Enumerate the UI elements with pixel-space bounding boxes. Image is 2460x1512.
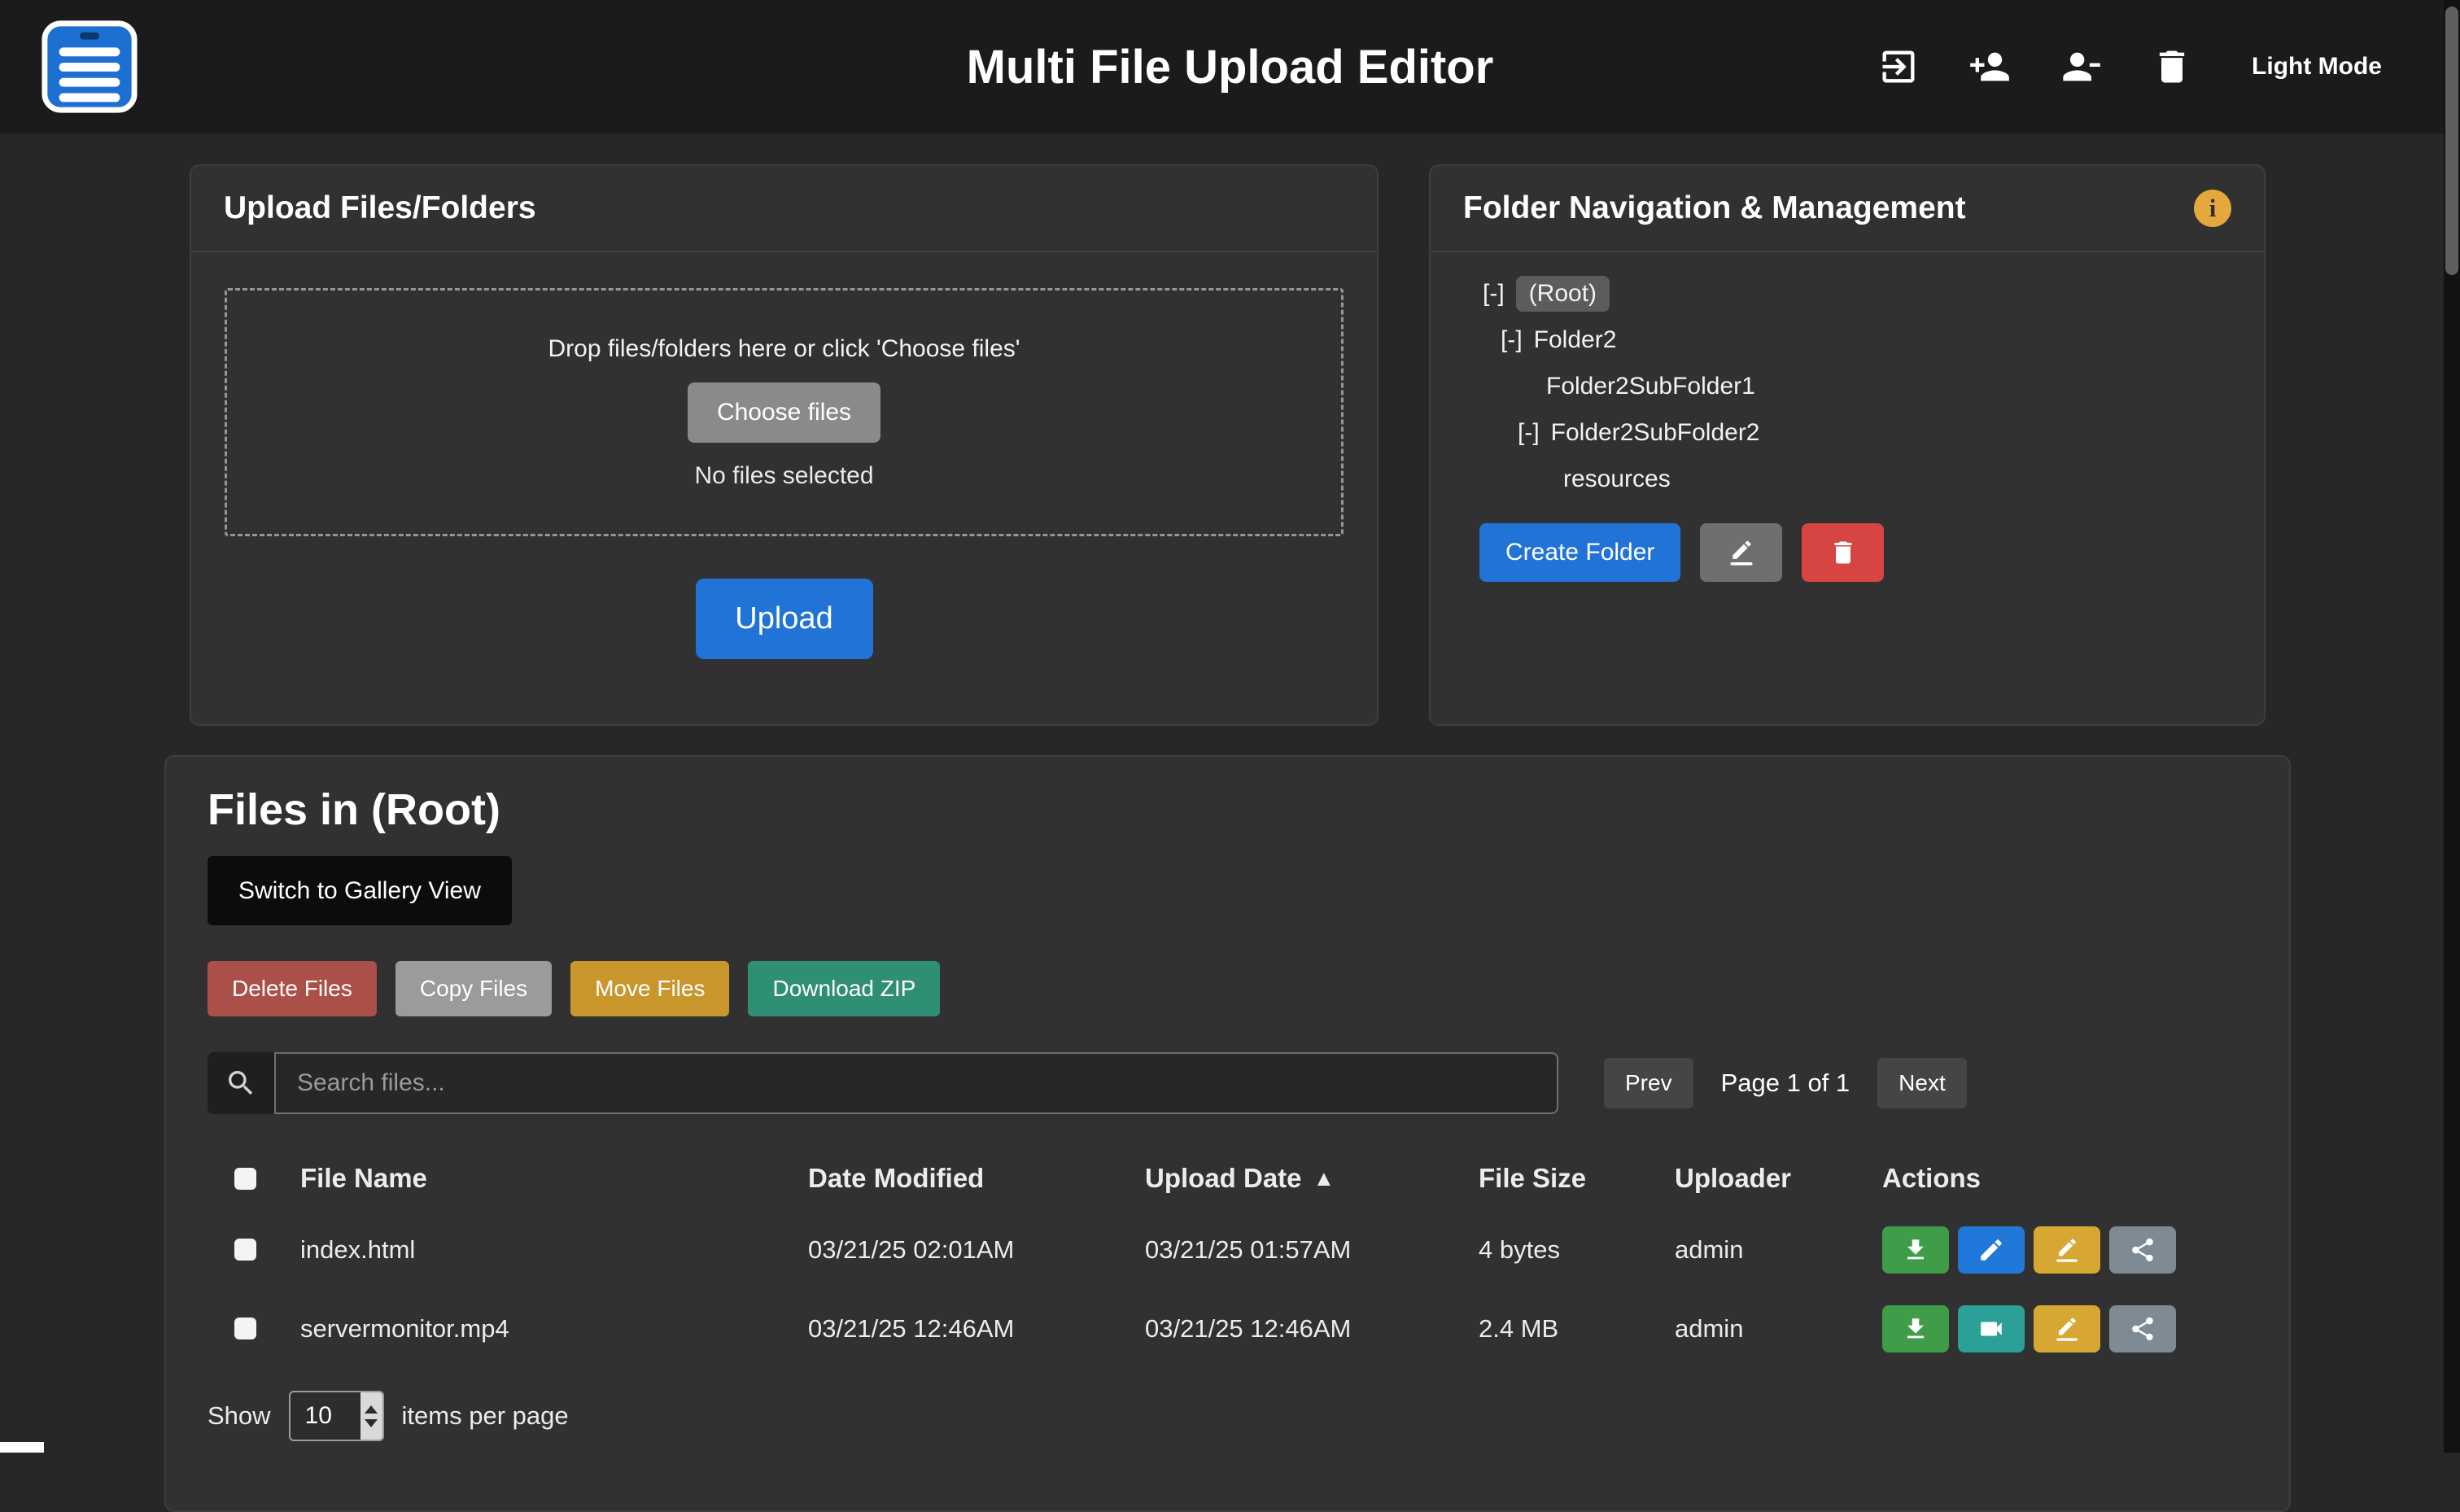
rename-file-icon[interactable] (2034, 1226, 2100, 1274)
upload-panel: Upload Files/Folders Drop files/folders … (190, 164, 1379, 726)
files-panel-title: Files in (Root) (208, 784, 2248, 835)
tree-item-folder2[interactable]: [-] Folder2 (1431, 317, 2264, 363)
collapse-toggle[interactable]: [-] (1483, 280, 1505, 308)
file-name-cell: index.html (300, 1235, 808, 1265)
tree-label: Folder2SubFolder2 (1551, 419, 1760, 447)
choose-files-button[interactable]: Choose files (688, 382, 880, 443)
date-modified-cell: 03/21/25 02:01AM (808, 1235, 1145, 1265)
prev-page-button[interactable]: Prev (1604, 1058, 1693, 1108)
collapse-toggle[interactable]: [-] (1518, 419, 1540, 447)
bulk-actions-row: Delete Files Copy Files Move Files Downl… (208, 961, 2248, 1016)
person-remove-icon[interactable] (2058, 44, 2104, 90)
show-label: Show (208, 1401, 271, 1431)
scrollbar (2444, 0, 2460, 1453)
column-header-file-size[interactable]: File Size (1479, 1163, 1675, 1194)
upload-panel-title: Upload Files/Folders (224, 190, 536, 226)
partial-bottom-element (0, 1442, 44, 1453)
header-actions: Light Mode (1876, 44, 2382, 90)
rename-folder-icon[interactable] (1700, 523, 1782, 582)
row-actions (1882, 1226, 2248, 1274)
uploader-cell: admin (1675, 1314, 1882, 1344)
tree-item-folder2subfolder1[interactable]: Folder2SubFolder1 (1431, 363, 2264, 409)
download-zip-button[interactable]: Download ZIP (748, 961, 940, 1016)
column-header-date-modified[interactable]: Date Modified (808, 1163, 1145, 1194)
page-size-select[interactable]: 10 (289, 1391, 384, 1441)
folder-panel-title: Folder Navigation & Management (1463, 190, 1966, 226)
upload-button-row: Upload (191, 579, 1377, 659)
file-row-servermonitor-mp4: servermonitor.mp4 03/21/25 12:46AM 03/21… (208, 1289, 2248, 1368)
next-page-button[interactable]: Next (1877, 1058, 1967, 1108)
column-header-upload-date-label: Upload Date (1145, 1163, 1302, 1194)
app-title: Multi File Upload Editor (967, 40, 1494, 94)
stepper-icon[interactable] (360, 1392, 382, 1440)
app-logo-icon (37, 17, 142, 116)
row-checkbox[interactable] (234, 1318, 256, 1339)
file-size-cell: 4 bytes (1479, 1235, 1675, 1265)
logout-icon[interactable] (1876, 44, 1921, 90)
create-folder-button[interactable]: Create Folder (1479, 523, 1680, 582)
delete-files-button[interactable]: Delete Files (208, 961, 377, 1016)
sort-ascending-icon: ▲ (1313, 1166, 1335, 1191)
row-actions (1882, 1305, 2248, 1352)
download-file-icon[interactable] (1882, 1226, 1949, 1274)
tree-label: Folder2 (1534, 326, 1617, 354)
date-modified-cell: 03/21/25 12:46AM (808, 1314, 1145, 1344)
top-panels-row: Upload Files/Folders Drop files/folders … (190, 164, 2266, 726)
gallery-view-toggle-button[interactable]: Switch to Gallery View (208, 856, 512, 925)
row-checkbox[interactable] (234, 1239, 256, 1261)
tree-label: (Root) (1516, 276, 1610, 312)
folder-panel: Folder Navigation & Management [-] (Root… (1429, 164, 2266, 726)
file-row-index-html: index.html 03/21/25 02:01AM 03/21/25 01:… (208, 1210, 2248, 1289)
tree-item-root[interactable]: [-] (Root) (1431, 270, 2264, 317)
search-and-pagination-row: Prev Page 1 of 1 Next (208, 1052, 2248, 1114)
folder-actions-row: Create Folder (1479, 523, 2264, 582)
person-add-icon[interactable] (1967, 44, 2012, 90)
delete-folder-icon[interactable] (1802, 523, 1884, 582)
tree-item-resources[interactable]: resources (1431, 456, 2264, 502)
no-files-text: No files selected (694, 462, 873, 490)
folder-panel-header: Folder Navigation & Management (1431, 166, 2264, 252)
scrollbar-thumb[interactable] (2445, 7, 2458, 275)
file-size-cell: 2.4 MB (1479, 1314, 1675, 1344)
files-panel: Files in (Root) Switch to Gallery View D… (164, 755, 2291, 1512)
file-dropzone[interactable]: Drop files/folders here or click 'Choose… (225, 288, 1344, 536)
upload-date-cell: 03/21/25 12:46AM (1145, 1314, 1479, 1344)
files-table: File Name Date Modified Upload Date ▲ Fi… (208, 1147, 2248, 1368)
tree-label: Folder2SubFolder1 (1546, 373, 1755, 400)
share-file-icon[interactable] (2109, 1226, 2176, 1274)
theme-toggle-button[interactable]: Light Mode (2252, 53, 2382, 81)
uploader-cell: admin (1675, 1235, 1882, 1265)
video-preview-icon[interactable] (1958, 1305, 2025, 1352)
move-files-button[interactable]: Move Files (570, 961, 729, 1016)
download-file-icon[interactable] (1882, 1305, 1949, 1352)
pagination-status: Page 1 of 1 (1721, 1068, 1850, 1098)
dropzone-text: Drop files/folders here or click 'Choose… (548, 335, 1020, 363)
select-all-checkbox[interactable] (234, 1168, 256, 1190)
items-per-page-label: items per page (402, 1401, 569, 1431)
app-header: Multi File Upload Editor Light Mode (0, 0, 2460, 133)
tree-label: resources (1563, 465, 1671, 493)
info-icon[interactable] (2194, 190, 2231, 227)
edit-file-icon[interactable] (1958, 1226, 2025, 1274)
collapse-toggle[interactable]: [-] (1501, 326, 1523, 354)
copy-files-button[interactable]: Copy Files (395, 961, 552, 1016)
share-file-icon[interactable] (2109, 1305, 2176, 1352)
search-icon[interactable] (208, 1052, 274, 1114)
table-header-row: File Name Date Modified Upload Date ▲ Fi… (208, 1147, 2248, 1210)
page-size-control: Show 10 items per page (208, 1391, 2248, 1441)
tree-item-folder2subfolder2[interactable]: [-] Folder2SubFolder2 (1431, 409, 2264, 456)
upload-button[interactable]: Upload (696, 579, 873, 659)
column-header-actions: Actions (1882, 1163, 2248, 1194)
rename-file-icon[interactable] (2034, 1305, 2100, 1352)
file-name-cell: servermonitor.mp4 (300, 1314, 808, 1344)
delete-account-icon[interactable] (2149, 44, 2195, 90)
upload-date-cell: 03/21/25 01:57AM (1145, 1235, 1479, 1265)
page-size-value: 10 (291, 1402, 360, 1430)
upload-panel-header: Upload Files/Folders (191, 166, 1377, 252)
column-header-upload-date[interactable]: Upload Date ▲ (1145, 1163, 1479, 1194)
search-input[interactable] (274, 1052, 1558, 1114)
column-header-file-name[interactable]: File Name (300, 1163, 808, 1194)
folder-tree: [-] (Root) [-] Folder2 Folder2SubFolder1… (1431, 252, 2264, 502)
column-header-uploader[interactable]: Uploader (1675, 1163, 1882, 1194)
